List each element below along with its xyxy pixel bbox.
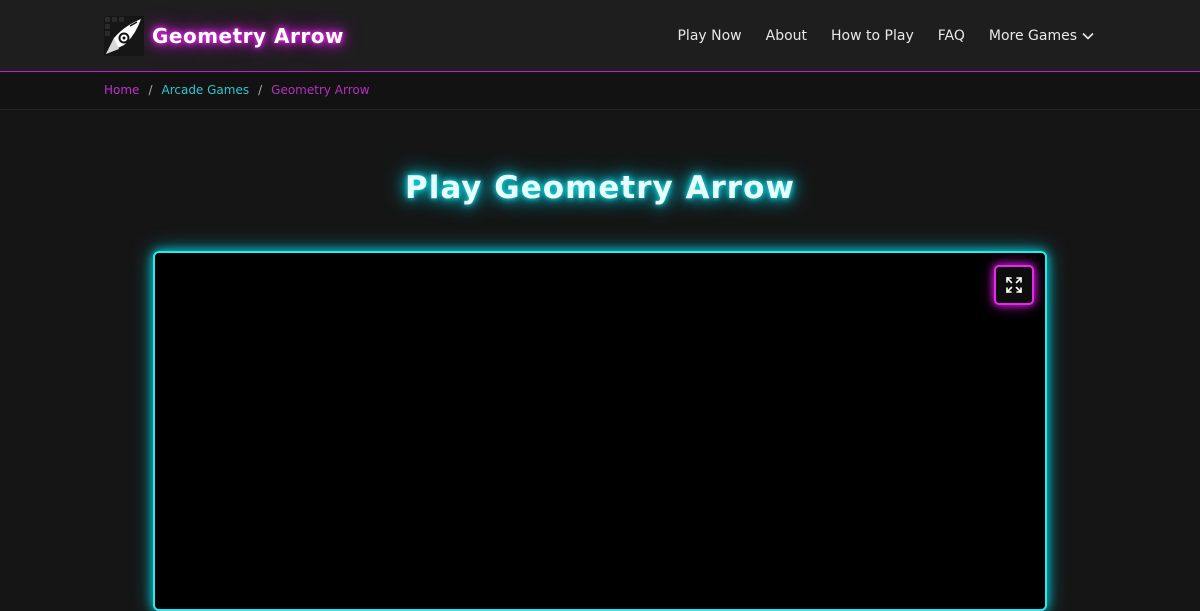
nav-how-to-play[interactable]: How to Play xyxy=(831,28,914,44)
fullscreen-button[interactable] xyxy=(994,265,1034,305)
game-canvas[interactable] xyxy=(153,251,1047,611)
logo-text: Geometry Arrow xyxy=(152,24,344,48)
page-title: Play Geometry Arrow xyxy=(404,170,796,206)
breadcrumb: Home / Arcade Games / Geometry Arrow xyxy=(104,83,370,97)
breadcrumb-current: Geometry Arrow xyxy=(271,83,370,97)
logo-link[interactable]: Geometry Arrow xyxy=(104,16,344,56)
breadcrumb-arcade-games[interactable]: Arcade Games xyxy=(161,83,249,97)
site-header: Geometry Arrow Play Now About How to Pla… xyxy=(0,0,1200,72)
logo-arrow-icon xyxy=(104,16,144,56)
expand-icon xyxy=(1006,277,1022,293)
breadcrumb-bar: Home / Arcade Games / Geometry Arrow xyxy=(0,73,1200,110)
breadcrumb-separator: / xyxy=(148,83,153,97)
nav-more-games[interactable]: More Games xyxy=(989,28,1094,44)
nav-about[interactable]: About xyxy=(766,28,807,44)
nav-faq[interactable]: FAQ xyxy=(938,28,965,44)
nav-more-games-label: More Games xyxy=(988,28,1077,44)
chevron-down-icon xyxy=(1082,32,1094,40)
nav-play-now[interactable]: Play Now xyxy=(677,28,741,44)
breadcrumb-separator: / xyxy=(258,83,263,97)
breadcrumb-home[interactable]: Home xyxy=(104,83,139,97)
main-nav: Play Now About How to Play FAQ More Game… xyxy=(653,0,1094,72)
